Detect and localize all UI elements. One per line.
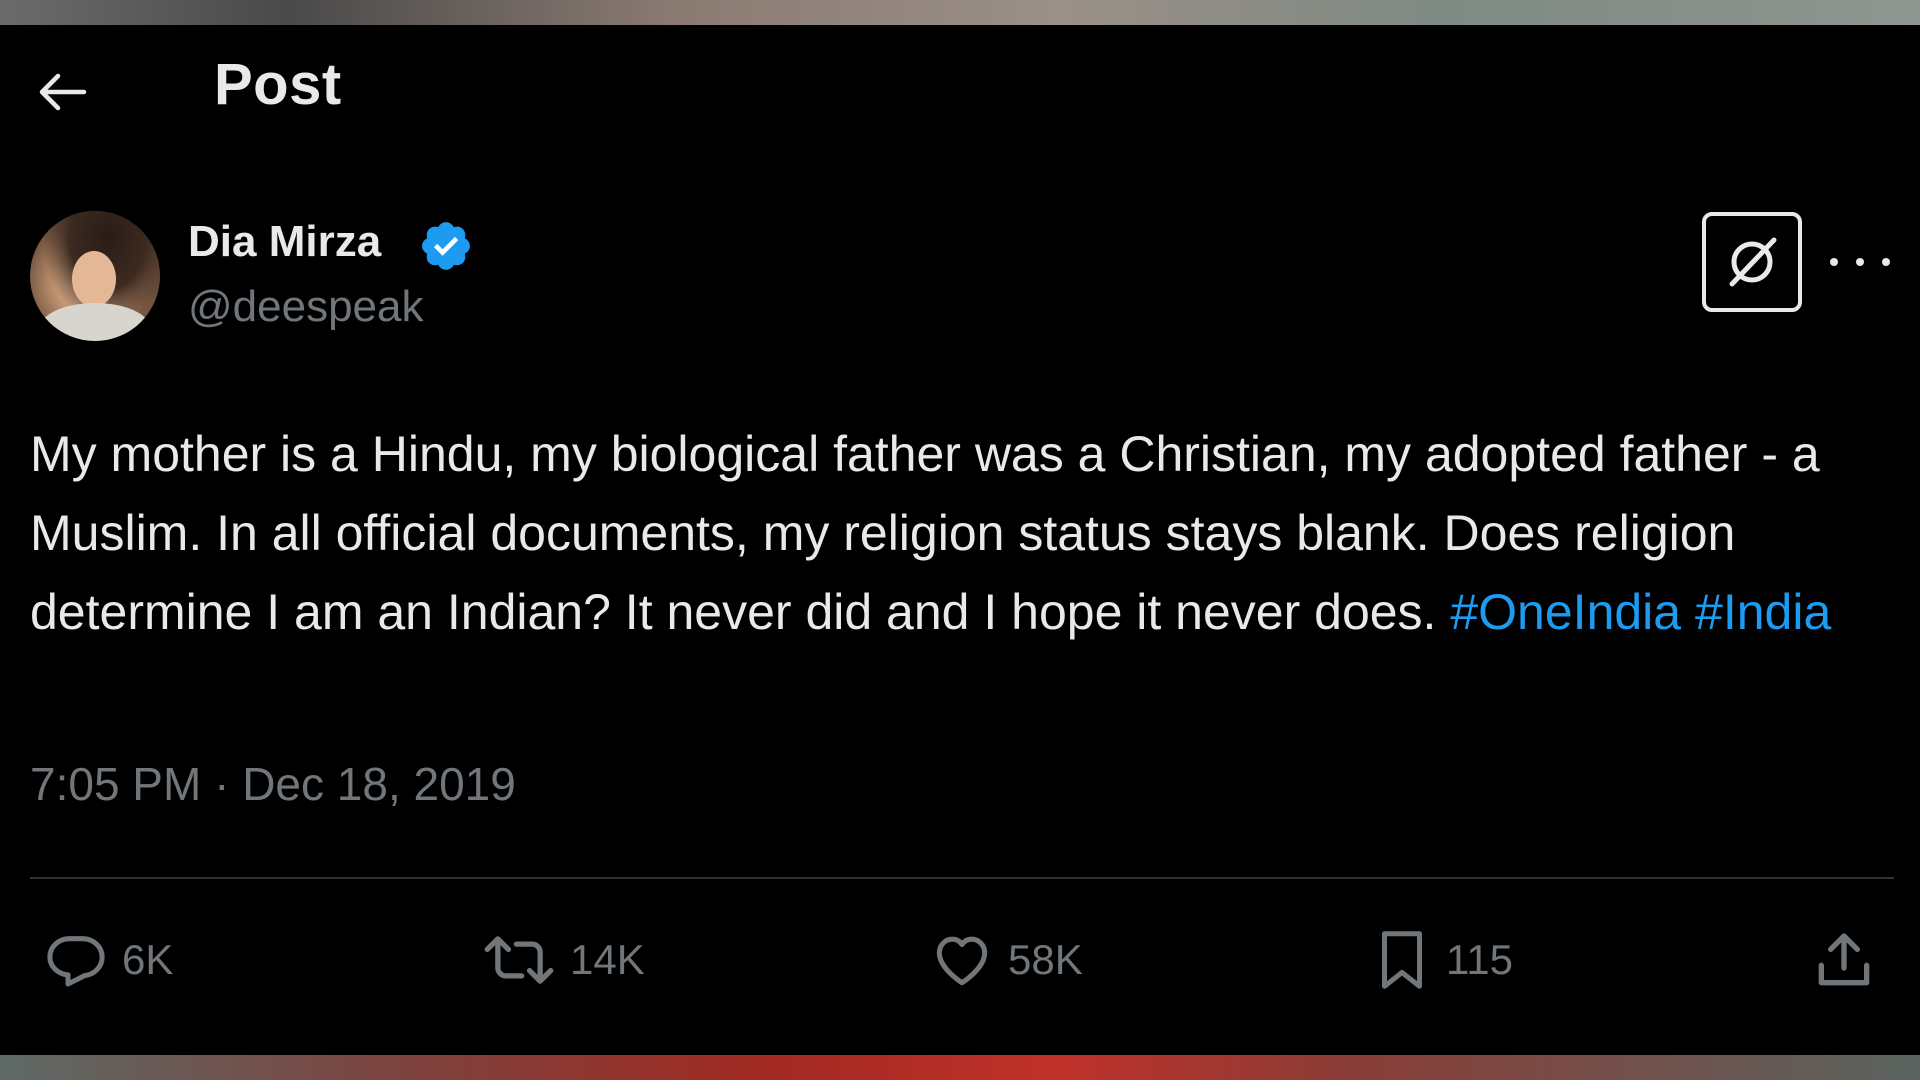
grok-icon [1729,237,1777,287]
post-text: My mother is a Hindu, my biological fath… [30,415,1890,652]
avatar[interactable] [30,211,160,341]
author-name[interactable]: Dia Mirza [188,217,381,267]
hashtag-link[interactable]: #India [1695,584,1831,640]
more-options-button[interactable] [1830,250,1890,274]
bookmark-button[interactable]: 115 [1372,915,1513,1005]
heart-icon [936,936,988,986]
repost-button[interactable]: 14K [482,915,645,1005]
verified-badge-icon [422,222,470,270]
repost-icon [484,936,554,984]
more-dots-icon [1830,258,1838,266]
action-bar: 6K 14K 58K 115 [0,915,1920,1005]
reply-icon [47,936,105,987]
like-count: 58K [1008,936,1083,983]
bookmark-icon [1382,931,1422,989]
arrow-left-icon [39,73,87,111]
reply-count: 6K [122,936,174,983]
bottom-border-strip [0,1055,1920,1080]
reply-button[interactable]: 6K [44,915,173,1005]
share-button[interactable] [1812,915,1876,1005]
page-header: Post [0,25,1920,145]
post-timestamp[interactable]: 7:05 PM · Dec 18, 2019 [30,757,516,811]
grok-button[interactable] [1702,212,1802,312]
like-button[interactable]: 58K [930,915,1083,1005]
author-handle[interactable]: @deespeak [188,282,424,332]
divider [30,877,1894,879]
back-button[interactable] [30,60,94,124]
share-icon [1818,933,1870,986]
bookmark-count: 115 [1446,936,1513,983]
repost-count: 14K [570,936,645,983]
top-border-strip [0,0,1920,25]
hashtag-link[interactable]: #OneIndia [1450,584,1681,640]
page-title: Post [214,52,342,117]
post-view: Post Dia Mirza @deespeak My mother is a … [0,25,1920,1055]
